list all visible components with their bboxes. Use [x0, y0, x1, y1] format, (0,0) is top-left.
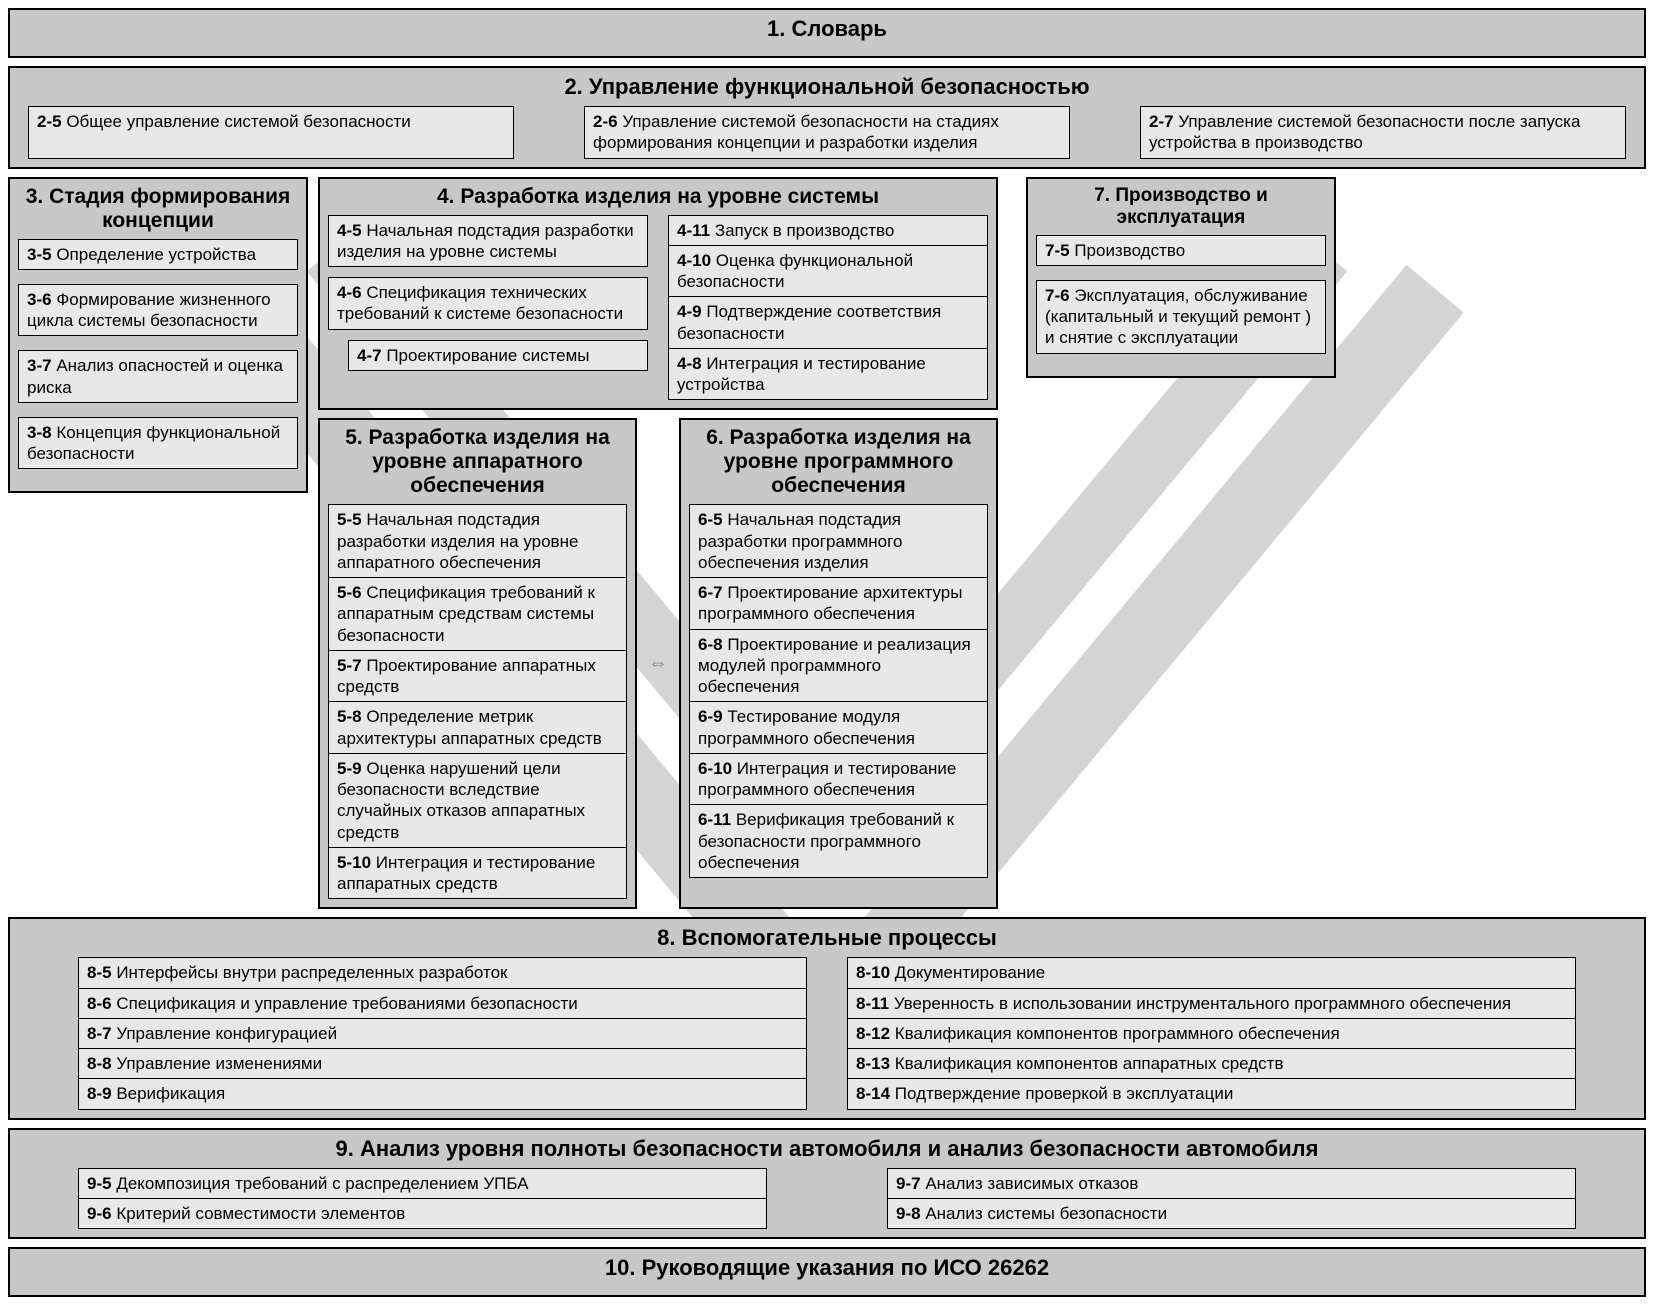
item-8-9: 8-9 Верификация — [78, 1079, 807, 1109]
item-4-11: 4-11 Запуск в производство — [668, 215, 988, 246]
section-8: 8. Вспомогательные процессы 8-5 Интерфей… — [8, 917, 1646, 1119]
item-2-7: 2-7 Управление системой безопасности пос… — [1140, 106, 1626, 159]
item-5-9: 5-9 Оценка нарушений цели безопас­ности … — [328, 754, 627, 848]
item-7-6: 7-6 Эксплуатация, обслуживание (капиталь… — [1036, 280, 1326, 354]
section-1-title: 1. Словарь — [18, 14, 1636, 48]
item-8-7: 8-7 Управление конфигурацией — [78, 1019, 807, 1049]
item-6-7: 6-7 Проектирование архитектуры программн… — [689, 578, 988, 630]
bidirectional-arrow-icon: ⇔ — [643, 418, 673, 909]
item-9-6: 9-6 Критерий совместимости элементов — [78, 1199, 767, 1229]
section-3: 3. Стадия формирования концепции 3-5 Опр… — [8, 177, 308, 494]
section-4: 4. Разработка изделия на уровне системы … — [318, 177, 998, 411]
item-8-6: 8-6 Спецификация и управление требования… — [78, 989, 807, 1019]
item-2-5: 2-5 Общее управление системой безопаснос… — [28, 106, 514, 159]
item-6-10: 6-10 Интеграция и тестирование программн… — [689, 754, 988, 806]
item-7-5: 7-5 Производство — [1036, 235, 1326, 266]
section-9: 9. Анализ уровня полноты безопасности ав… — [8, 1128, 1646, 1240]
item-3-7: 3-7 Анализ опасностей и оценка риска — [18, 350, 298, 403]
item-8-10: 8-10 Документирование — [847, 957, 1576, 988]
section-5: 5. Разработка изделия на уровне аппаратн… — [318, 418, 637, 909]
item-8-12: 8-12 Квалификация компонентов программно… — [847, 1019, 1576, 1049]
item-8-13: 8-13 Квалификация компонентов аппаратных… — [847, 1049, 1576, 1079]
item-9-8: 9-8 Анализ системы безопасности — [887, 1199, 1576, 1229]
section-6: 6. Разработка изделия на уровне программ… — [679, 418, 998, 909]
item-4-5: 4-5 Начальная подстадия разработки издел… — [328, 215, 648, 268]
item-8-14: 8-14 Подтверждение проверкой в эксплуата… — [847, 1079, 1576, 1109]
section-8-title: 8. Вспомогательные процессы — [18, 923, 1636, 957]
item-5-5: 5-5 Начальная подстадия разработки издел… — [328, 504, 627, 578]
section-2-title: 2. Управление функциональной безопасност… — [18, 72, 1636, 106]
section-2: 2. Управление функциональной безопасност… — [8, 66, 1646, 169]
mid-grid: 3. Стадия формирования концепции 3-5 Опр… — [8, 177, 1646, 910]
item-9-7: 9-7 Анализ зависимых отказов — [887, 1168, 1576, 1199]
item-4-7: 4-7 Проектирование системы — [348, 340, 648, 371]
section-4-title: 4. Разработка изделия на уровне системы — [328, 183, 988, 215]
item-5-10: 5-10 Интеграция и тестирование аппаратны… — [328, 848, 627, 900]
item-6-5: 6-5 Начальная подстадия разработки прогр… — [689, 504, 988, 578]
item-5-6: 5-6 Спецификация требований к аппаратным… — [328, 578, 627, 651]
section-7-title: 7. Производство и эксплуатация — [1036, 183, 1326, 235]
item-3-8: 3-8 Концепция функциональной безопасност… — [18, 417, 298, 470]
item-5-8: 5-8 Определение метрик архитектуры аппар… — [328, 702, 627, 754]
section-9-title: 9. Анализ уровня полноты безопасности ав… — [18, 1134, 1636, 1168]
item-6-8: 6-8 Проектирование и реализация модулей … — [689, 630, 988, 703]
item-8-8: 8-8 Управление изменениями — [78, 1049, 807, 1079]
item-6-9: 6-9 Тестирование модуля программного обе… — [689, 702, 988, 754]
section-6-title: 6. Разработка изделия на уровне программ… — [689, 424, 988, 504]
item-4-9: 4-9 Подтверждение соответствия безопасно… — [668, 297, 988, 349]
section-7: 7. Производство и эксплуатация 7-5 Произ… — [1026, 177, 1336, 378]
item-4-10: 4-10 Оценка функциональной безопасности — [668, 246, 988, 298]
item-3-5: 3-5 Определение устройства — [18, 239, 298, 270]
item-8-5: 8-5 Интерфейсы внутри распределенных раз… — [78, 957, 807, 988]
section-5-title: 5. Разработка изделия на уровне аппаратн… — [328, 424, 627, 504]
item-9-5: 9-5 Декомпозиция требований с распределе… — [78, 1168, 767, 1199]
section-10-title: 10. Руководящие указания по ИСО 26262 — [18, 1253, 1636, 1287]
section-3-title: 3. Стадия формирования концепции — [18, 183, 298, 239]
item-8-11: 8-11 Уверенность в использовании инструм… — [847, 989, 1576, 1019]
item-5-7: 5-7 Проектирование аппаратных средств — [328, 651, 627, 703]
section-10: 10. Руководящие указания по ИСО 26262 — [8, 1247, 1646, 1297]
item-6-11: 6-11 Верификация требований к безопаснос… — [689, 805, 988, 878]
item-4-8: 4-8 Интеграция и тестирование устройства — [668, 349, 988, 401]
item-3-6: 3-6 Формирование жизненного цикла систем… — [18, 284, 298, 337]
section-1: 1. Словарь — [8, 8, 1646, 58]
item-2-6: 2-6 Управление системой безопасности на … — [584, 106, 1070, 159]
item-4-6: 4-6 Спецификация технических требований … — [328, 277, 648, 330]
